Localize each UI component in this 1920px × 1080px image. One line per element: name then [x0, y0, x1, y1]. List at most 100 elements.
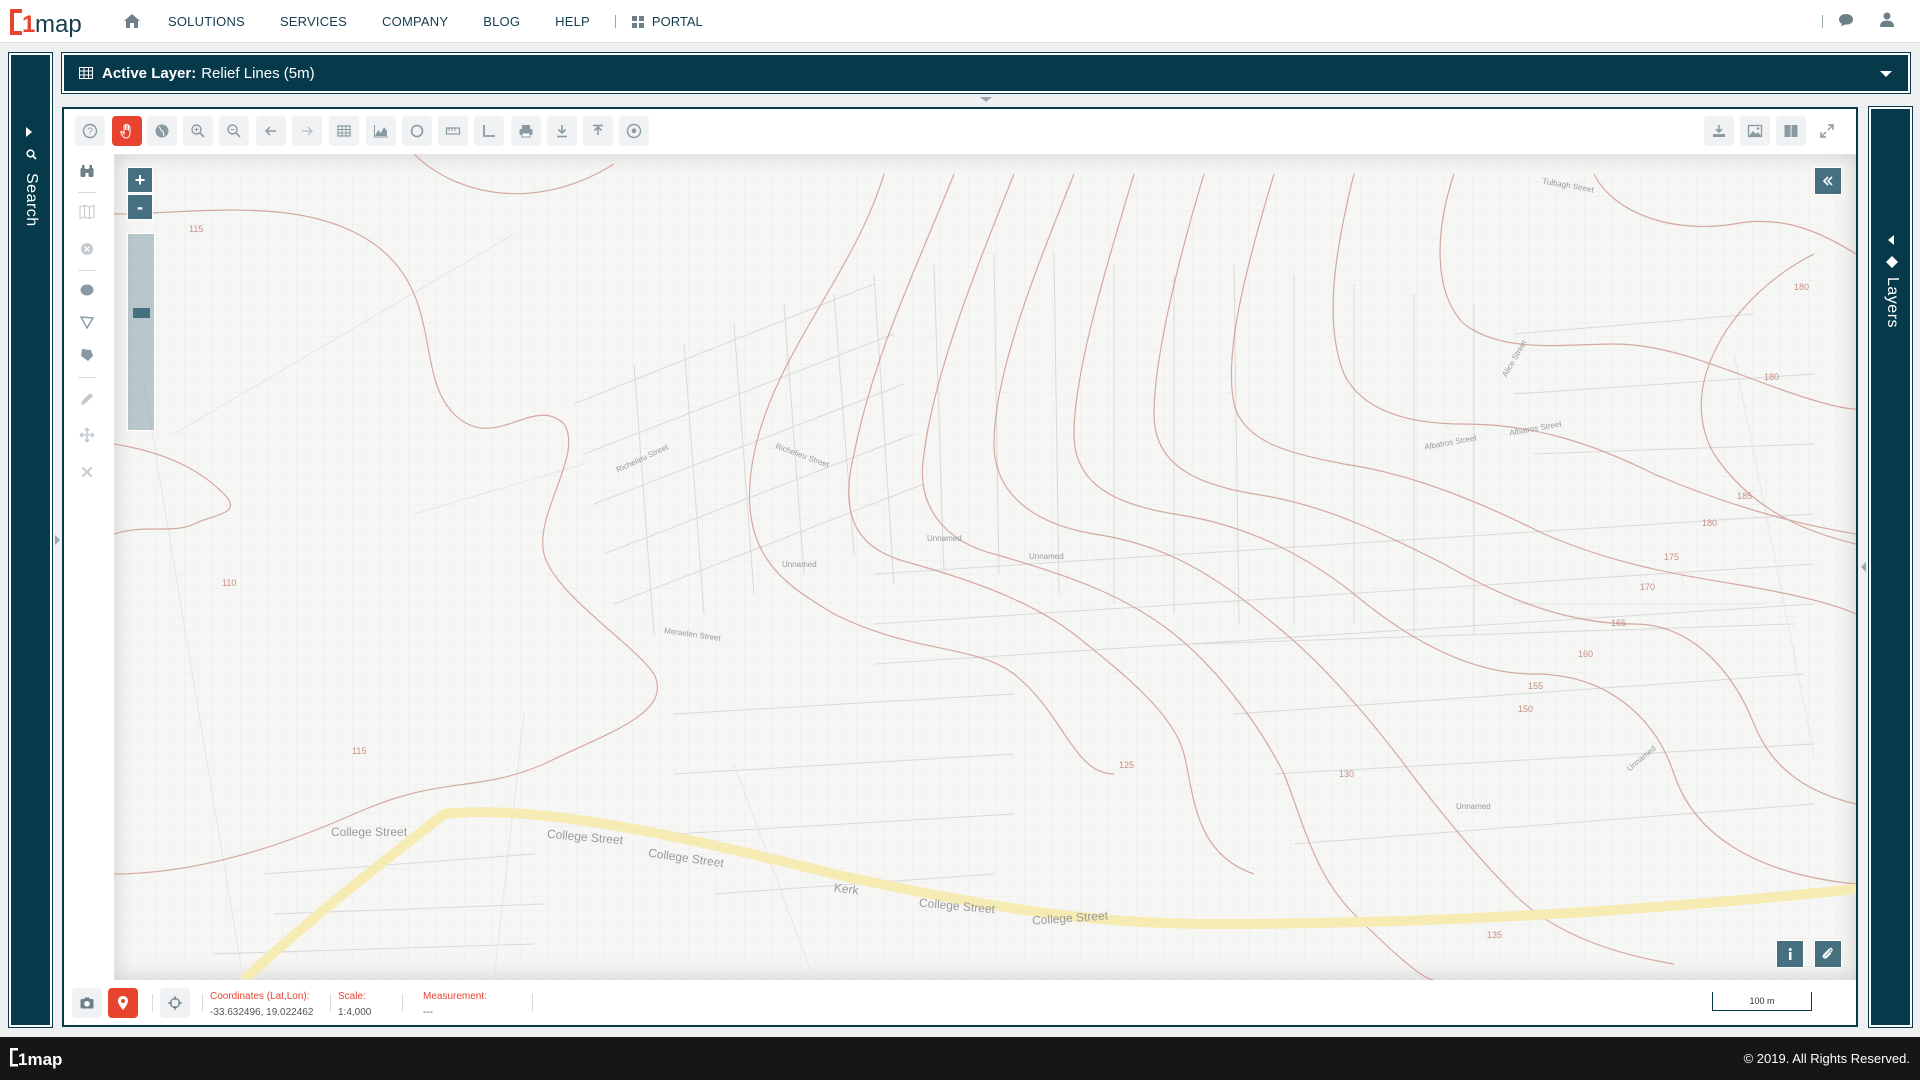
crosshair-icon[interactable]: [160, 988, 190, 1018]
move-icon[interactable]: [72, 420, 102, 450]
status-divider: [402, 994, 403, 1012]
user-icon[interactable]: [1880, 12, 1894, 27]
nav-portal[interactable]: PORTAL: [631, 14, 703, 29]
active-layer-bar[interactable]: Active Layer: Relief Lines (5m): [61, 52, 1911, 94]
active-layer-prefix: Active Layer:: [102, 64, 197, 82]
expand-left-icon: [1888, 235, 1894, 245]
nav-blog[interactable]: BLOG: [483, 14, 520, 29]
nav-company[interactable]: COMPANY: [382, 14, 448, 29]
zoom-control: + -: [127, 167, 155, 431]
svg-text:?: ?: [87, 127, 93, 138]
help-icon[interactable]: ?: [75, 116, 105, 146]
print-icon[interactable]: [511, 116, 541, 146]
forward-arrow-icon[interactable]: [292, 116, 322, 146]
map-graphics: 115 110 115 125 130 135 150 155 160 165 …: [114, 154, 1856, 980]
layers-sidebar-toggle[interactable]: Layers: [1868, 106, 1913, 1028]
active-layer-name: Relief Lines (5m): [201, 64, 315, 82]
contour-label: 185: [1737, 491, 1752, 501]
footer-logo[interactable]: 1map: [9, 1046, 79, 1070]
collapse-overview-button[interactable]: [1814, 167, 1842, 195]
zoom-slider-handle[interactable]: [133, 308, 150, 318]
pencil-icon[interactable]: [72, 384, 102, 414]
status-divider: [330, 994, 331, 1012]
zoom-in-button[interactable]: +: [127, 167, 153, 193]
svg-text:1: 1: [22, 11, 35, 38]
search-sidebar-label: Search: [23, 173, 40, 227]
toolbar-divider: [78, 192, 96, 193]
ruler-icon[interactable]: [438, 116, 468, 146]
camera-icon[interactable]: [72, 988, 102, 1018]
paperclip-icon: [1822, 947, 1833, 959]
map-toolbar: ?: [64, 109, 1856, 154]
street-label: Unnamed: [1029, 552, 1064, 561]
soccer-ball-icon[interactable]: [619, 116, 649, 146]
status-bar: Coordinates (Lat,Lon): -33.632496, 19.02…: [64, 980, 1856, 1025]
contour-label: 170: [1640, 582, 1655, 592]
toolbar-divider: [78, 377, 96, 378]
download-icon[interactable]: [547, 116, 577, 146]
nav-services[interactable]: SERVICES: [280, 14, 347, 29]
download-person-icon[interactable]: [1704, 116, 1734, 146]
attach-button[interactable]: [1814, 940, 1842, 968]
image-icon[interactable]: [1740, 116, 1770, 146]
table-icon: [79, 67, 93, 79]
coordinates-readout: Coordinates (Lat,Lon): -33.632496, 19.02…: [210, 991, 313, 1018]
binoculars-icon[interactable]: [72, 156, 102, 186]
globe-icon[interactable]: [147, 116, 177, 146]
nav-help[interactable]: HELP: [555, 14, 590, 29]
zoom-in-icon[interactable]: [183, 116, 213, 146]
upload-icon[interactable]: [583, 116, 613, 146]
search-sidebar-toggle[interactable]: Search: [8, 52, 53, 1028]
contour-label: 125: [1119, 760, 1134, 770]
contour-label: 115: [352, 746, 366, 756]
polygon-select-icon[interactable]: [72, 307, 102, 337]
main-nav: SOLUTIONS SERVICES COMPANY BLOG HELP POR…: [168, 0, 703, 43]
search-icon: [26, 149, 37, 160]
scale-readout: Scale: 1:4,000: [338, 991, 371, 1018]
map-panel: ? 115 110 115 125 130 135 150 155 160 16…: [62, 107, 1858, 1027]
footer-logo-text: 1map: [18, 1050, 62, 1069]
contour-label: 175: [1664, 552, 1679, 562]
collapse-handle[interactable]: [980, 97, 992, 102]
topbar-divider: [1822, 15, 1823, 28]
contour-label: 160: [1578, 649, 1593, 659]
svg-text:map: map: [35, 11, 82, 38]
zoom-slider[interactable]: [127, 233, 155, 431]
location-pin-icon[interactable]: [108, 988, 138, 1018]
map-icon[interactable]: [72, 197, 102, 227]
contour-label: 135: [1487, 930, 1502, 940]
contour-label: 130: [1339, 769, 1354, 779]
close-icon[interactable]: [72, 457, 102, 487]
angle-icon[interactable]: [474, 116, 504, 146]
street-label: Unnamed: [782, 560, 817, 569]
left-gutter-handle[interactable]: [55, 535, 60, 545]
scale-bar: 100 m: [1712, 992, 1812, 1011]
fullscreen-icon[interactable]: [1812, 116, 1842, 146]
zoom-out-button[interactable]: -: [127, 194, 153, 220]
info-button[interactable]: [1776, 940, 1804, 968]
measurement-label: Measurement:: [423, 991, 487, 1002]
table-icon[interactable]: [329, 116, 359, 146]
split-view-icon[interactable]: [1776, 116, 1806, 146]
status-divider: [152, 994, 153, 1012]
1map-logo[interactable]: 1 map: [8, 5, 100, 39]
pan-hand-icon[interactable]: [112, 116, 142, 146]
circle-icon[interactable]: [402, 116, 432, 146]
top-navbar: 1 map SOLUTIONS SERVICES COMPANY BLOG HE…: [0, 0, 1920, 43]
home-icon[interactable]: [123, 13, 141, 29]
chat-icon[interactable]: [1838, 13, 1854, 27]
status-divider: [532, 994, 533, 1012]
area-chart-icon[interactable]: [366, 116, 396, 146]
polygon-fill-icon[interactable]: [72, 340, 102, 370]
measurement-value: ---: [423, 1007, 433, 1018]
right-gutter-handle[interactable]: [1861, 562, 1866, 572]
scale-label: Scale:: [338, 991, 366, 1002]
circle-select-icon[interactable]: [72, 275, 102, 305]
street-label: Kerk: [833, 880, 860, 898]
chevron-down-icon[interactable]: [1880, 71, 1892, 77]
clear-circle-icon[interactable]: [72, 234, 102, 264]
nav-solutions[interactable]: SOLUTIONS: [168, 14, 245, 29]
map-canvas[interactable]: 115 110 115 125 130 135 150 155 160 165 …: [114, 154, 1856, 980]
zoom-out-icon[interactable]: [219, 116, 249, 146]
back-arrow-icon[interactable]: [256, 116, 286, 146]
